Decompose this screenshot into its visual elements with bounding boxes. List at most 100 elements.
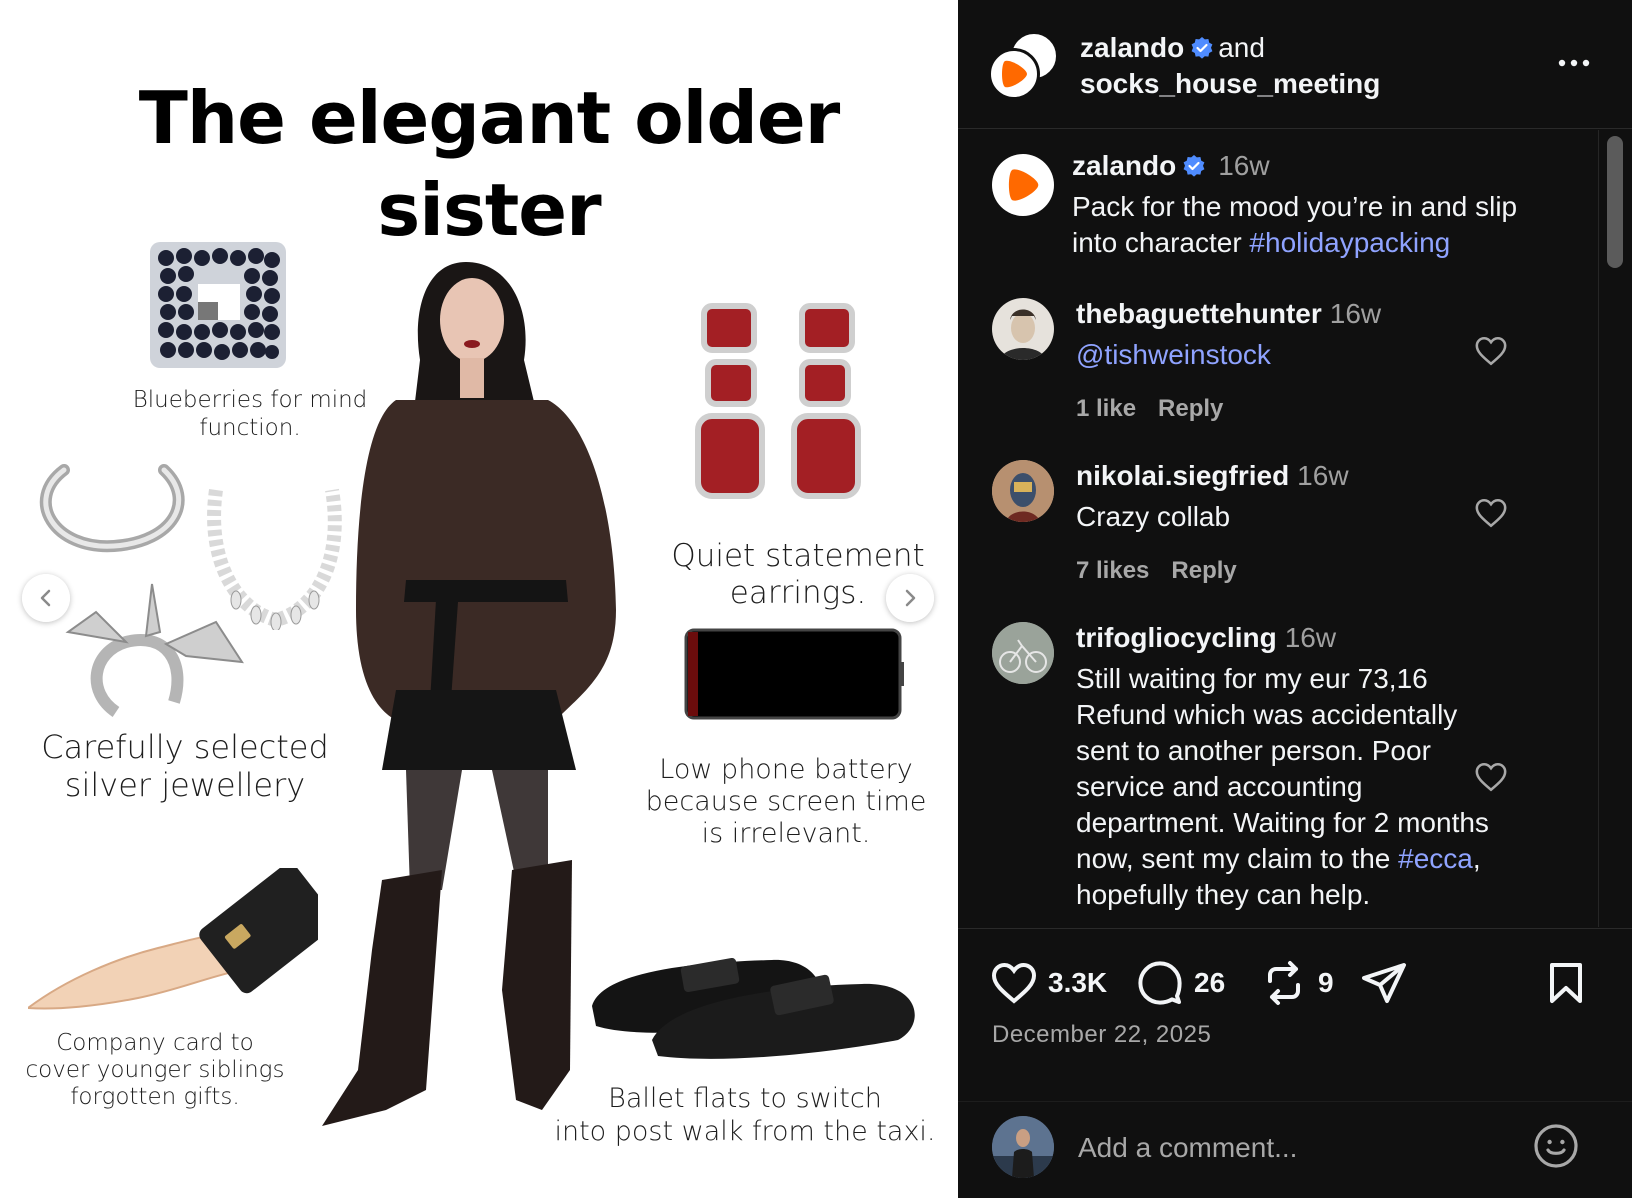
comment-total: 26: [1194, 967, 1226, 998]
comment-time: 16w: [1297, 460, 1349, 491]
user-portrait-icon: [992, 460, 1054, 522]
share-icon: [1362, 963, 1406, 1003]
post-side-panel: zalando and socks_house_meeting zalando 16…: [958, 0, 1632, 1198]
caption-text: Pack for the mood you’re in and slip int…: [1072, 189, 1598, 261]
caption-avatar[interactable]: [992, 154, 1054, 216]
caption-flats-line1: Ballet flats to switch: [608, 1083, 882, 1114]
save-button[interactable]: [1542, 959, 1590, 1007]
zalando-avatar[interactable]: [988, 48, 1040, 100]
company-card-image: [28, 868, 318, 1010]
comment-username[interactable]: thebaguettehunter: [1076, 298, 1322, 329]
mention-link[interactable]: @tishweinstock: [1076, 339, 1271, 370]
bookmark-icon: [1550, 963, 1582, 1003]
comments-thread[interactable]: zalando 16w Pack for the mood you’re in a…: [958, 130, 1598, 927]
comment-button[interactable]: 26: [1136, 959, 1225, 1007]
comment-text: Crazy collab: [1076, 501, 1231, 532]
caption-card-line3: forgotten gifts.: [70, 1084, 240, 1110]
comment-text-line: Refund which was accidentally: [1076, 699, 1458, 730]
next-image-button[interactable]: [886, 574, 934, 622]
repost-icon: [1268, 961, 1300, 1005]
caption-text-line2: into character: [1072, 227, 1242, 258]
comment-text: Still waiting for my eur 73,16 Refund wh…: [1076, 661, 1598, 913]
collaborator-username[interactable]: socks_house_meeting: [1080, 66, 1380, 102]
caption-card-line1: Company card to: [56, 1030, 254, 1056]
comment-text-line: service and accounting: [1076, 771, 1363, 802]
more-horizontal-icon[interactable]: [1554, 48, 1594, 78]
comment-item: trifogliocycling 16w Still waiting for my…: [1076, 620, 1598, 913]
thread-scrollbar-thumb[interactable]: [1607, 136, 1623, 268]
caption-battery-line3: is irrelevant.: [701, 818, 871, 849]
comment-time: 16w: [1329, 298, 1382, 329]
zalando-logo-icon: [1002, 60, 1027, 88]
caption-battery-line2: because screen time: [645, 786, 927, 817]
like-total: 3.3K: [1048, 967, 1108, 998]
post-header: zalando and socks_house_meeting: [958, 0, 1632, 129]
statement-earrings-image: [695, 303, 861, 499]
reply-button[interactable]: Reply: [1158, 395, 1223, 422]
emoji-icon[interactable]: [1532, 1122, 1580, 1170]
phone-low-battery-image: [684, 628, 904, 720]
verified-badge-icon: [1191, 37, 1213, 59]
caption-text-line1: Pack for the mood you’re in and slip: [1072, 191, 1518, 222]
zalando-logo-icon: [1008, 169, 1039, 201]
add-comment-bar: [958, 1101, 1632, 1198]
caption-card-line2: cover younger siblings: [25, 1057, 285, 1083]
comment-avatar[interactable]: [992, 298, 1054, 360]
heart-icon[interactable]: [1474, 496, 1508, 530]
hashtag-link[interactable]: #holidaypacking: [1249, 227, 1450, 258]
silver-bangle-image: [39, 464, 185, 553]
like-button[interactable]: 3.3K: [990, 959, 1107, 1007]
current-user-avatar[interactable]: [992, 1116, 1054, 1178]
hashtag-link[interactable]: #ecca: [1398, 843, 1473, 874]
caption-flats-line2: into post walk from the taxi.: [554, 1116, 936, 1147]
and-text: and: [1218, 32, 1265, 63]
comment-username[interactable]: nikolai.siegfried: [1076, 460, 1289, 491]
comment-text-line: Still waiting for my eur 73,16: [1076, 663, 1428, 694]
silver-ring-image: [65, 583, 244, 717]
caption-time: 16w: [1218, 150, 1270, 181]
user-portrait-icon: [992, 1116, 1054, 1178]
repost-button[interactable]: 9: [1260, 959, 1334, 1007]
comment-time: 16w: [1284, 622, 1337, 653]
post-authors: zalando and socks_house_meeting: [1080, 30, 1380, 102]
like-count[interactable]: 7 likes: [1076, 557, 1149, 584]
post-actions: 3.3K 26 9 December 22, 2025: [958, 928, 1632, 1198]
comment-punctuation: ,: [1472, 843, 1481, 874]
comment-item: nikolai.siegfried 16w Crazy collab 7 like…: [1076, 458, 1598, 585]
comment-avatar[interactable]: [992, 460, 1054, 522]
caption-battery: Low phone battery because screen time is…: [626, 754, 946, 850]
author-username[interactable]: zalando: [1080, 32, 1184, 63]
chevron-right-icon: [905, 589, 916, 607]
heart-icon[interactable]: [1474, 334, 1508, 368]
caption-battery-line1: Low phone battery: [659, 754, 913, 785]
comment-text-line: hopefully they can help.: [1076, 879, 1371, 910]
comment-username[interactable]: trifogliocycling: [1076, 622, 1277, 653]
caption-username[interactable]: zalando: [1072, 150, 1176, 181]
heart-icon[interactable]: [1474, 760, 1508, 794]
comment-text-line: department. Waiting for 2 months: [1076, 807, 1489, 838]
reply-button[interactable]: Reply: [1171, 557, 1236, 584]
comment-text-line: sent to another person. Poor: [1076, 735, 1431, 766]
heart-icon: [991, 962, 1037, 1004]
post-date: December 22, 2025: [992, 1021, 1212, 1048]
image-title-line1: The elegant older: [138, 76, 841, 160]
post-image: The elegant older sister Blueberries for…: [0, 0, 958, 1198]
previous-image-button[interactable]: [22, 574, 70, 622]
ballet-flats-image: [592, 957, 915, 1059]
repost-total: 9: [1318, 967, 1334, 998]
comment-text-line: now, sent my claim to the: [1076, 843, 1391, 874]
caption-post: zalando 16w Pack for the mood you’re in a…: [1072, 148, 1598, 261]
user-portrait-icon: [1000, 309, 1046, 360]
comment-bubble-icon: [1138, 961, 1182, 1005]
comment-input[interactable]: [1078, 1124, 1498, 1172]
comment-item: thebaguettehunter 16w @tishweinstock 1 li…: [1076, 296, 1598, 423]
caption-earrings-line1: Quiet statement: [671, 538, 925, 574]
bicycle-photo-icon: [992, 622, 1054, 684]
image-title: The elegant older sister: [0, 72, 958, 256]
blueberries-image: [150, 242, 286, 368]
share-button[interactable]: [1360, 959, 1408, 1007]
chevron-left-icon: [40, 589, 51, 607]
comment-avatar[interactable]: [992, 622, 1054, 684]
caption-card: Company card to cover younger siblings f…: [10, 1030, 300, 1111]
like-count[interactable]: 1 like: [1076, 395, 1136, 422]
